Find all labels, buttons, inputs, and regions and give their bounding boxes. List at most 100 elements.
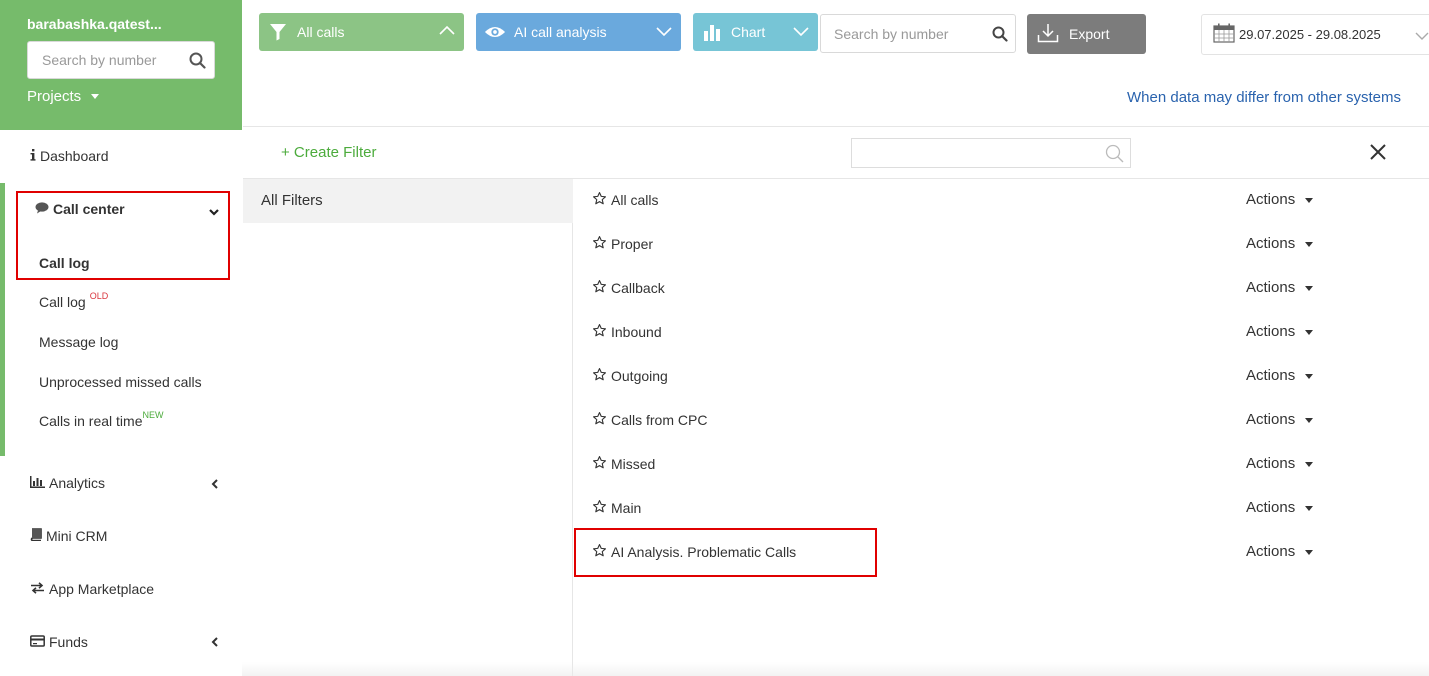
export-button[interactable]: Export <box>1027 14 1146 54</box>
filter-item[interactable]: Proper <box>592 235 653 253</box>
nav-funds[interactable]: Funds <box>30 634 88 650</box>
chevron-left-icon[interactable] <box>210 477 220 495</box>
nav-mini-crm[interactable]: Mini CRM <box>30 528 107 544</box>
nav-mini-crm-label: Mini CRM <box>46 528 108 544</box>
actions-label: Actions <box>1246 279 1296 296</box>
actions-dropdown[interactable]: Actions <box>1246 235 1314 252</box>
nav-unprocessed-label: Unprocessed missed calls <box>39 374 202 390</box>
nav-call-log-old[interactable]: Call log OLD <box>39 291 108 310</box>
chevron-down-icon <box>655 24 673 40</box>
nav-analytics[interactable]: Analytics <box>30 475 105 491</box>
sidebar-search <box>27 41 215 79</box>
bottom-shadow <box>242 662 1429 676</box>
all-calls-filter-button[interactable]: All calls <box>259 13 464 51</box>
filter-row: Calls from CPC Actions <box>574 399 1429 443</box>
filter-item[interactable]: Inbound <box>592 323 662 341</box>
star-icon[interactable] <box>592 323 607 341</box>
filter-row: Callback Actions <box>574 267 1429 311</box>
filter-item-label: All calls <box>611 192 659 208</box>
caret-down-icon <box>1305 550 1314 555</box>
top-search-input[interactable] <box>821 15 981 52</box>
star-icon[interactable] <box>592 499 607 517</box>
nav-calls-real-time-label: Calls in real time <box>39 413 143 429</box>
actions-dropdown[interactable]: Actions <box>1246 411 1314 428</box>
filter-item[interactable]: Outgoing <box>592 367 668 385</box>
filter-item-label: Callback <box>611 280 665 296</box>
search-icon[interactable] <box>189 52 206 74</box>
actions-dropdown[interactable]: Actions <box>1246 543 1314 560</box>
close-icon[interactable] <box>1369 143 1387 166</box>
sidebar-search-input[interactable] <box>28 42 178 78</box>
star-icon[interactable] <box>592 455 607 473</box>
nav-app-marketplace[interactable]: App Marketplace <box>30 581 154 597</box>
filter-row: All calls Actions <box>574 179 1429 223</box>
call-center-highlight-box <box>16 191 230 280</box>
search-icon[interactable] <box>1105 144 1124 168</box>
filter-item-label: Main <box>611 500 642 516</box>
actions-dropdown[interactable]: Actions <box>1246 279 1314 296</box>
ai-call-analysis-button[interactable]: AI call analysis <box>476 13 681 51</box>
filter-item[interactable]: Missed <box>592 455 655 473</box>
filter-search-input[interactable] <box>852 139 1102 167</box>
filter-body: All Filters All calls Actions Proper Action… <box>243 178 1429 676</box>
actions-dropdown[interactable]: Actions <box>1246 499 1314 516</box>
nav-dashboard[interactable]: Dashboard <box>30 148 109 164</box>
nav-message-log[interactable]: Message log <box>39 334 118 350</box>
account-name[interactable]: barabashka.qatest... <box>27 16 162 32</box>
nav-unprocessed-missed-calls[interactable]: Unprocessed missed calls <box>39 374 202 390</box>
filter-panel: + Create Filter All Filters All calls Act… <box>243 126 1429 676</box>
star-icon[interactable] <box>592 367 607 385</box>
actions-dropdown[interactable]: Actions <box>1246 455 1314 472</box>
date-range-value: 29.07.2025 - 29.08.2025 <box>1239 27 1381 42</box>
star-icon[interactable] <box>592 235 607 253</box>
actions-dropdown[interactable]: Actions <box>1246 323 1314 340</box>
actions-label: Actions <box>1246 543 1296 560</box>
caret-down-icon <box>1305 374 1314 379</box>
star-icon[interactable] <box>592 191 607 209</box>
calendar-icon <box>1213 23 1235 46</box>
filter-item-label: Outgoing <box>611 368 668 384</box>
top-search <box>820 14 1016 53</box>
ai-call-analysis-label: AI call analysis <box>514 24 607 40</box>
new-badge: NEW <box>142 410 164 420</box>
filter-item[interactable]: Main <box>592 499 641 517</box>
nav-funds-label: Funds <box>49 634 88 650</box>
filter-item[interactable]: All calls <box>592 191 658 209</box>
filter-item[interactable]: Callback <box>592 279 665 297</box>
eye-icon <box>484 24 506 40</box>
star-icon[interactable] <box>592 279 607 297</box>
actions-label: Actions <box>1246 455 1296 472</box>
projects-label: Projects <box>27 88 82 105</box>
date-range-picker[interactable]: 29.07.2025 - 29.08.2025 <box>1201 14 1429 55</box>
create-filter-button[interactable]: + Create Filter <box>281 144 376 161</box>
actions-dropdown[interactable]: Actions <box>1246 191 1314 208</box>
filter-item-label: Inbound <box>611 324 662 340</box>
actions-label: Actions <box>1246 499 1296 516</box>
sidebar-header: barabashka.qatest... Projects <box>0 0 242 130</box>
filter-item[interactable]: Calls from CPC <box>592 411 707 429</box>
filter-row: Proper Actions <box>574 223 1429 267</box>
nav-dashboard-label: Dashboard <box>40 148 109 164</box>
chevron-left-icon[interactable] <box>210 635 220 653</box>
filter-item-label: Missed <box>611 456 656 472</box>
data-difference-link[interactable]: When data may differ from other systems <box>1127 89 1401 106</box>
nav-analytics-label: Analytics <box>49 475 106 491</box>
actions-dropdown[interactable]: Actions <box>1246 367 1314 384</box>
filter-row: Missed Actions <box>574 443 1429 487</box>
export-label: Export <box>1069 26 1110 42</box>
search-icon[interactable] <box>992 26 1008 47</box>
bar-chart-icon <box>701 23 723 41</box>
nav-calls-real-time[interactable]: Calls in real timeNEW <box>39 410 164 429</box>
filter-item-label: Proper <box>611 236 654 252</box>
actions-label: Actions <box>1246 235 1296 252</box>
bar-chart-icon <box>30 475 45 491</box>
star-icon[interactable] <box>592 411 607 429</box>
actions-label: Actions <box>1246 411 1296 428</box>
chevron-down-icon <box>792 24 810 40</box>
filter-row: Inbound Actions <box>574 311 1429 355</box>
projects-dropdown[interactable]: Projects <box>27 88 100 105</box>
caret-down-icon <box>1305 198 1314 203</box>
chart-button[interactable]: Chart <box>693 13 818 51</box>
category-all-filters[interactable]: All Filters <box>243 179 573 223</box>
actions-label: Actions <box>1246 367 1296 384</box>
